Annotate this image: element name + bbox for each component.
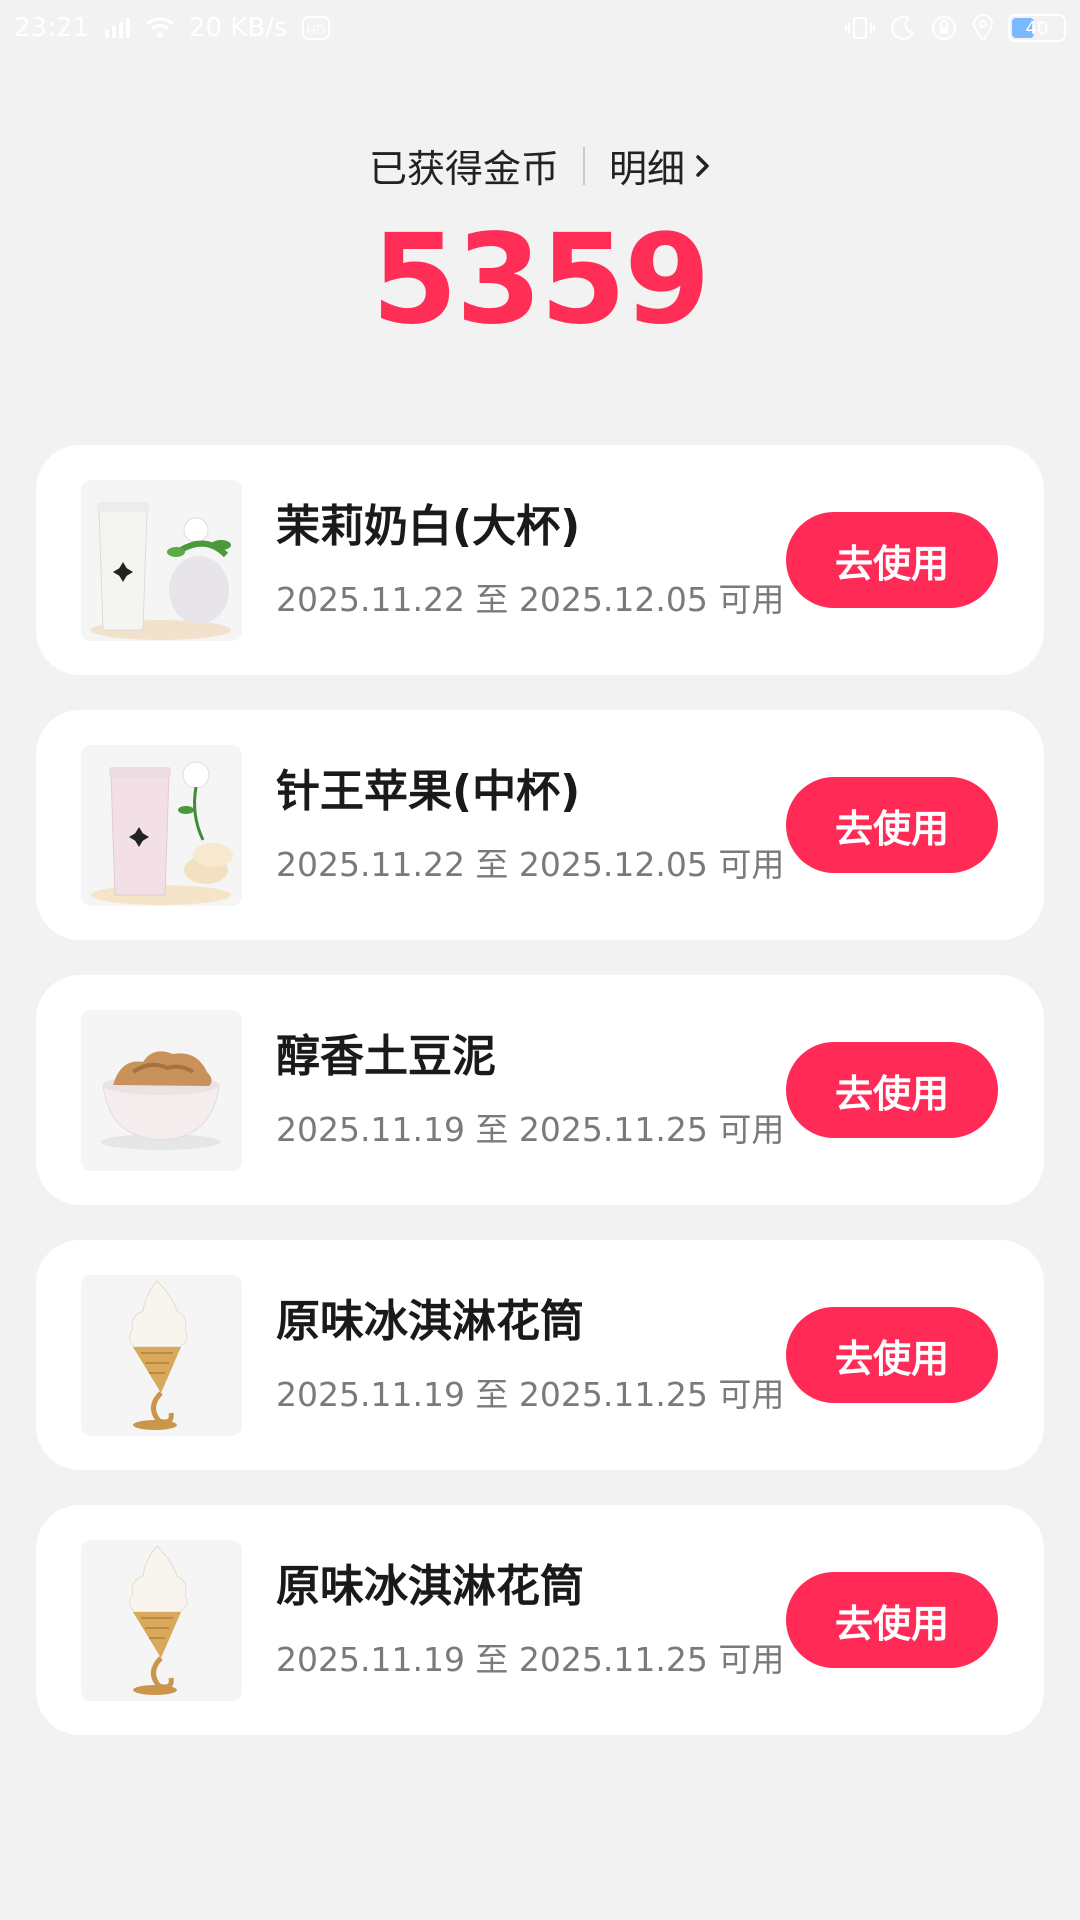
coupon-validity: 2025.11.19 至 2025.11.25 可用 xyxy=(276,1375,785,1415)
signal-icon xyxy=(103,16,131,40)
coupon-info: 茉莉奶白(大杯) 2025.11.22 至 2025.12.05 可用 xyxy=(276,501,785,621)
ice-cream-cone-image xyxy=(81,1275,242,1436)
coins-header: 已获得金币 明细 xyxy=(0,138,1080,193)
coupon-card: 醇香土豆泥 2025.11.19 至 2025.11.25 可用 去使用 xyxy=(36,975,1044,1205)
coupon-title: 针王苹果(中杯) xyxy=(276,766,581,817)
lock-rotation-icon xyxy=(930,14,958,42)
use-coupon-button[interactable]: 去使用 xyxy=(786,777,998,873)
svg-text:HD: HD xyxy=(307,22,326,37)
mashed-potato-image xyxy=(81,1010,242,1171)
coin-amount: 5359 xyxy=(371,208,710,352)
earned-coins-label: 已获得金币 xyxy=(368,147,559,191)
coupon-info: 原味冰淇淋花筒 2025.11.19 至 2025.11.25 可用 xyxy=(276,1296,785,1416)
ice-cream-cone-image xyxy=(81,1540,242,1701)
chevron-right-icon xyxy=(695,153,711,179)
coupon-list: 茉莉奶白(大杯) 2025.11.22 至 2025.12.05 可用 去使用 … xyxy=(36,445,1044,1770)
coupon-info: 针王苹果(中杯) 2025.11.22 至 2025.12.05 可用 xyxy=(276,766,785,886)
coupon-validity: 2025.11.19 至 2025.11.25 可用 xyxy=(276,1110,785,1150)
header-divider xyxy=(583,146,585,185)
coupon-title: 原味冰淇淋花筒 xyxy=(276,1296,584,1347)
battery-icon: 40 xyxy=(1008,14,1066,42)
coupon-title: 原味冰淇淋花筒 xyxy=(276,1561,584,1612)
coupon-info: 原味冰淇淋花筒 2025.11.19 至 2025.11.25 可用 xyxy=(276,1561,785,1681)
clock: 23:21 xyxy=(14,13,89,43)
coupon-card: 茉莉奶白(大杯) 2025.11.22 至 2025.12.05 可用 去使用 xyxy=(36,445,1044,675)
jasmine-milk-tea-image xyxy=(81,480,242,641)
detail-link[interactable]: 明细 xyxy=(609,138,711,193)
coupon-title: 醇香土豆泥 xyxy=(276,1031,496,1082)
coupon-card: 原味冰淇淋花筒 2025.11.19 至 2025.11.25 可用 去使用 xyxy=(36,1240,1044,1470)
coupon-info: 醇香土豆泥 2025.11.19 至 2025.11.25 可用 xyxy=(276,1031,785,1151)
wifi-icon xyxy=(145,16,175,40)
moon-icon xyxy=(890,15,916,41)
use-coupon-button[interactable]: 去使用 xyxy=(786,1572,998,1668)
detail-label: 明细 xyxy=(609,147,686,191)
status-bar: 23:21 20 KB/s HD 40 xyxy=(0,0,1080,56)
vibrate-icon xyxy=(844,15,876,41)
network-speed: 20 KB/s xyxy=(188,13,288,43)
use-coupon-button[interactable]: 去使用 xyxy=(786,1307,998,1403)
apple-tea-image xyxy=(81,745,242,906)
coupon-validity: 2025.11.19 至 2025.11.25 可用 xyxy=(276,1640,785,1680)
coupon-validity: 2025.11.22 至 2025.12.05 可用 xyxy=(276,845,785,885)
hd-icon: HD xyxy=(301,15,331,41)
use-coupon-button[interactable]: 去使用 xyxy=(786,512,998,608)
location-icon xyxy=(972,14,994,42)
coupon-card: 针王苹果(中杯) 2025.11.22 至 2025.12.05 可用 去使用 xyxy=(36,710,1044,940)
coupon-title: 茉莉奶白(大杯) xyxy=(276,501,581,552)
coupon-validity: 2025.11.22 至 2025.12.05 可用 xyxy=(276,580,785,620)
coupon-card: 原味冰淇淋花筒 2025.11.19 至 2025.11.25 可用 去使用 xyxy=(36,1505,1044,1735)
use-coupon-button[interactable]: 去使用 xyxy=(786,1042,998,1138)
